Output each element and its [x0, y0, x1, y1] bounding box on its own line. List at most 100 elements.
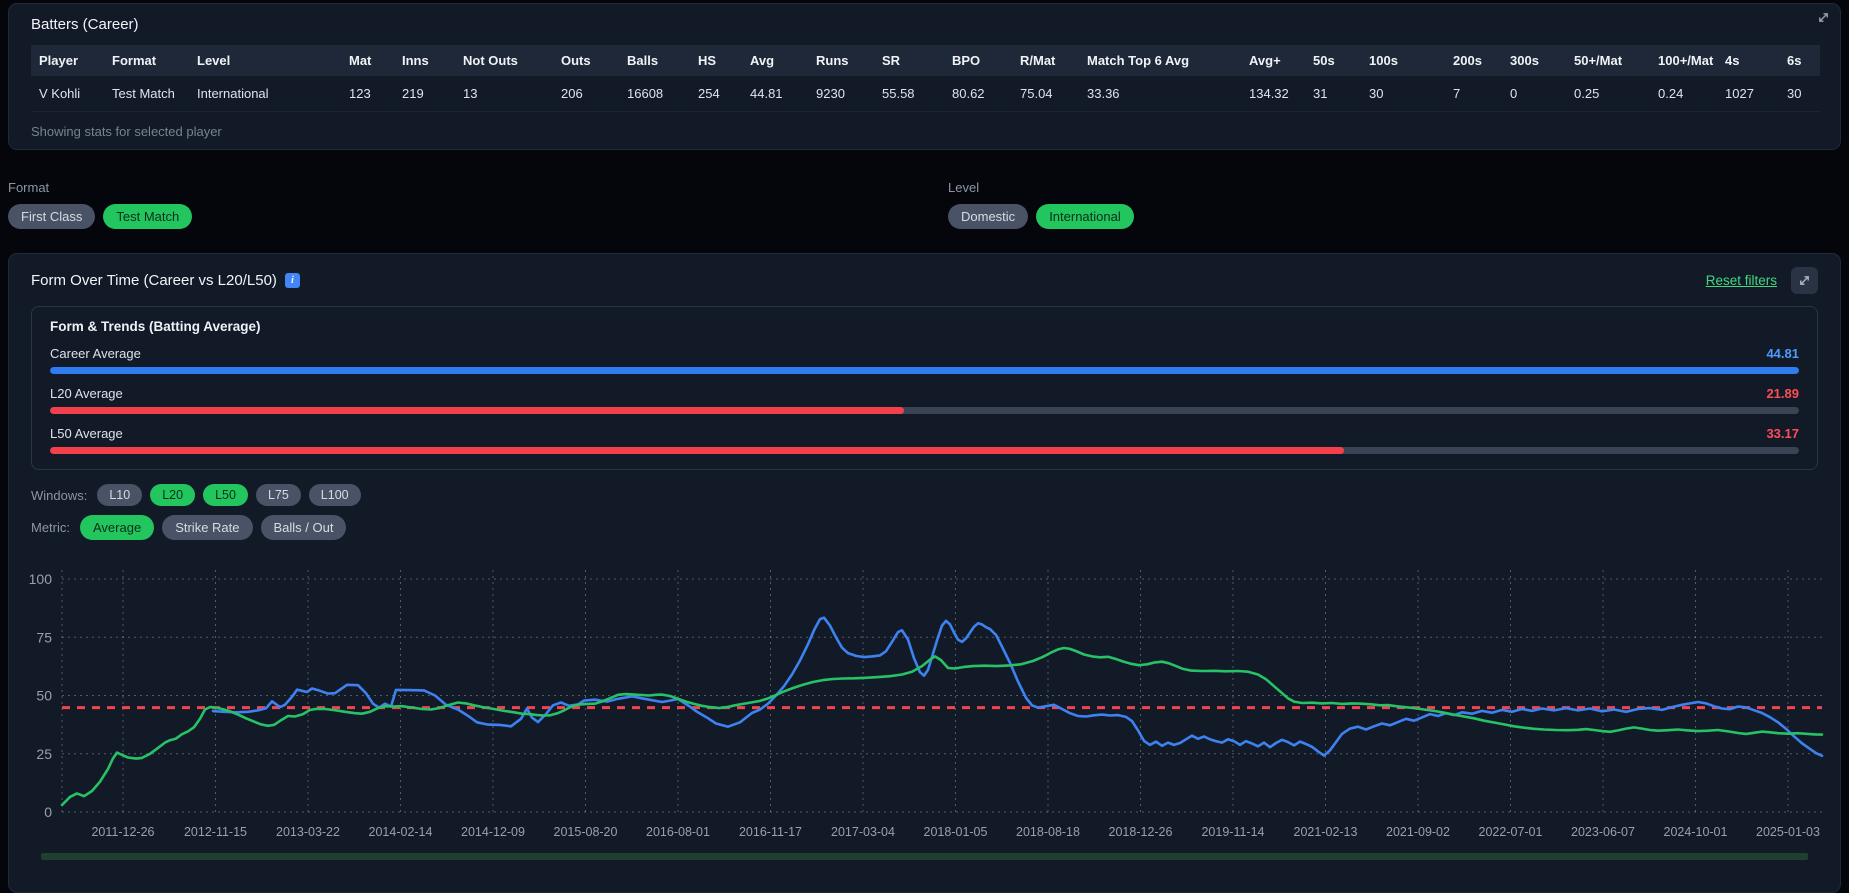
x-tick-label: 2024-10-01	[1664, 825, 1728, 839]
pill-average[interactable]: Average	[80, 515, 155, 540]
table-cell: 30	[1361, 76, 1445, 112]
table-cell: 55.58	[874, 76, 944, 112]
column-header-r-mat: R/Mat	[1012, 45, 1079, 76]
y-tick-label: 75	[36, 629, 52, 645]
trend-row-l50-average: L50 Average 33.17	[50, 426, 1799, 454]
form-card-title: Form Over Time (Career vs L20/L50)	[31, 271, 277, 289]
x-tick-label: 2021-09-02	[1386, 825, 1450, 839]
column-header-avg: Avg+	[1241, 45, 1305, 76]
table-cell: 206	[553, 76, 619, 112]
table-cell: 13	[455, 76, 553, 112]
column-header-6s: 6s	[1779, 45, 1820, 76]
windows-pill-row: L10 L20 L50 L75 L100	[97, 484, 361, 506]
trend-row-career-average: Career Average 44.81	[50, 346, 1799, 374]
expand-icon[interactable]	[1817, 11, 1830, 24]
x-tick-label: 2022-07-01	[1479, 825, 1543, 839]
metric-label: Metric:	[31, 520, 70, 535]
table-cell: 7	[1445, 76, 1502, 112]
column-header-200s: 200s	[1445, 45, 1502, 76]
column-header-level: Level	[189, 45, 341, 76]
column-header-sr: SR	[874, 45, 944, 76]
table-cell: 123	[341, 76, 394, 112]
info-icon[interactable]: i	[284, 272, 300, 288]
x-tick-label: 2014-02-14	[369, 825, 433, 839]
pill-l10[interactable]: L10	[97, 484, 143, 506]
batters-table: Player Format Level Mat Inns Not Outs Outs Ball…	[31, 45, 1820, 112]
form-card-header: Form Over Time (Career vs L20/L50) i Res…	[31, 266, 1818, 294]
column-header-300s: 300s	[1502, 45, 1566, 76]
chart-wrap: 0 25 50 75 100 2011-12-26 2012-11-15 2013-03-22…	[11, 550, 1824, 853]
form-trends-panel: Form & Trends (Batting Average) Career A…	[31, 306, 1818, 470]
windows-control-row: Windows: L10 L20 L50 L75 L100	[31, 484, 1818, 506]
trend-label: Career Average	[50, 346, 141, 361]
column-header-hs: HS	[690, 45, 742, 76]
trend-value: 44.81	[1766, 346, 1799, 361]
form-trends-title: Form & Trends (Batting Average)	[50, 319, 261, 334]
table-cell: 0	[1502, 76, 1566, 112]
series-line-l50-average	[60, 646, 1824, 807]
trend-value: 21.89	[1766, 386, 1799, 401]
trend-label: L20 Average	[50, 386, 123, 401]
pill-l100[interactable]: L100	[308, 484, 361, 506]
table-cell: 0.24	[1650, 76, 1717, 112]
x-tick-label: 2021-02-13	[1294, 825, 1358, 839]
x-tick-label: 2011-12-26	[91, 825, 154, 839]
x-tick-label: 2025-01-03	[1756, 825, 1820, 839]
table-cell: 1027	[1717, 76, 1779, 112]
trend-bar-track	[50, 367, 1799, 374]
table-cell: Test Match	[104, 76, 189, 112]
x-tick-label: 2019-11-14	[1201, 825, 1264, 839]
table-cell: V Kohli	[31, 76, 104, 112]
format-pill-row: First Class Test Match	[8, 204, 948, 229]
trend-bar-fill	[50, 367, 1799, 374]
pill-strike-rate[interactable]: Strike Rate	[162, 515, 253, 540]
y-tick-label: 25	[36, 746, 52, 762]
column-header-4s: 4s	[1717, 45, 1779, 76]
y-tick-label: 50	[36, 688, 52, 704]
batters-card: Batters (Career) Player Format Level Mat Inn…	[8, 3, 1841, 150]
table-row[interactable]: V Kohli Test Match International 123 219 13 20…	[31, 76, 1820, 112]
pill-l50[interactable]: L50	[203, 484, 248, 506]
table-cell: 75.04	[1012, 76, 1079, 112]
trend-row-l20-average: L20 Average 21.89	[50, 386, 1799, 414]
table-cell: 44.81	[742, 76, 808, 112]
table-cell: International	[189, 76, 341, 112]
x-tick-label: 2016-11-17	[739, 825, 802, 839]
column-header-bpo: BPO	[944, 45, 1012, 76]
windows-label: Windows:	[31, 487, 88, 503]
trend-bar-fill	[50, 407, 904, 414]
table-cell: 9230	[808, 76, 874, 112]
x-tick-label: 2018-12-26	[1109, 825, 1173, 839]
pill-l75[interactable]: L75	[255, 484, 301, 506]
next-section-cutoff	[41, 853, 1808, 860]
pill-balls-out[interactable]: Balls / Out	[260, 515, 347, 540]
column-header-avg: Avg	[742, 45, 808, 76]
form-chart: 0 25 50 75 100 2011-12-26 2012-11-15 2013-03-22…	[29, 570, 1824, 839]
expand-chart-button[interactable]	[1791, 266, 1818, 294]
pill-first-class[interactable]: First Class	[8, 204, 96, 229]
column-header-100s: 100s	[1361, 45, 1445, 76]
x-tick-label: 2013-03-22	[276, 825, 340, 839]
x-tick-label: 2018-01-05	[924, 825, 988, 839]
x-tick-label: 2015-08-20	[554, 825, 618, 839]
pill-international[interactable]: International	[1036, 204, 1134, 229]
column-header-not-outs: Not Outs	[455, 45, 553, 76]
level-pill-row: Domestic International	[948, 204, 1841, 229]
table-cell: 30	[1779, 76, 1820, 112]
pill-test-match[interactable]: Test Match	[103, 204, 193, 229]
trends-rows: Career Average 44.81 L20 Average 21.89 L50 A…	[50, 346, 1799, 454]
pill-domestic[interactable]: Domestic	[948, 204, 1029, 229]
table-cell: 16608	[619, 76, 690, 112]
column-header-100-mat: 100+/Mat	[1650, 45, 1717, 76]
pill-l20[interactable]: L20	[150, 484, 196, 506]
column-header-50s: 50s	[1305, 45, 1361, 76]
metric-control-row: Metric: Average Strike Rate Balls / Out	[31, 515, 1818, 540]
x-tick-label: 2014-12-09	[461, 825, 525, 839]
column-header-player: Player	[31, 45, 104, 76]
table-cell: 33.36	[1079, 76, 1241, 112]
column-header-match-top-6-avg: Match Top 6 Avg	[1079, 45, 1241, 76]
y-tick-label: 100	[29, 571, 53, 587]
format-filter-group: Format First Class Test Match	[8, 180, 948, 229]
reset-filters-link[interactable]: Reset filters	[1706, 273, 1777, 288]
trend-bar-fill	[50, 447, 1345, 454]
